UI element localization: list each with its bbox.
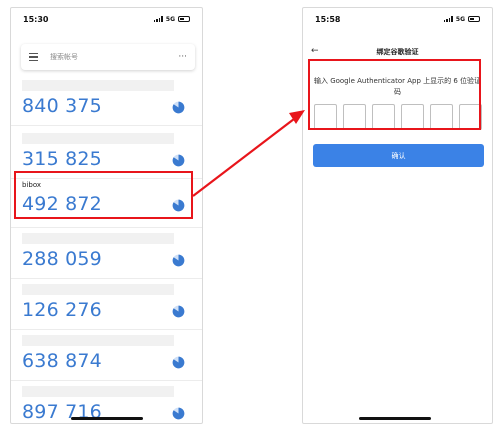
annotation-arrow bbox=[192, 110, 305, 197]
